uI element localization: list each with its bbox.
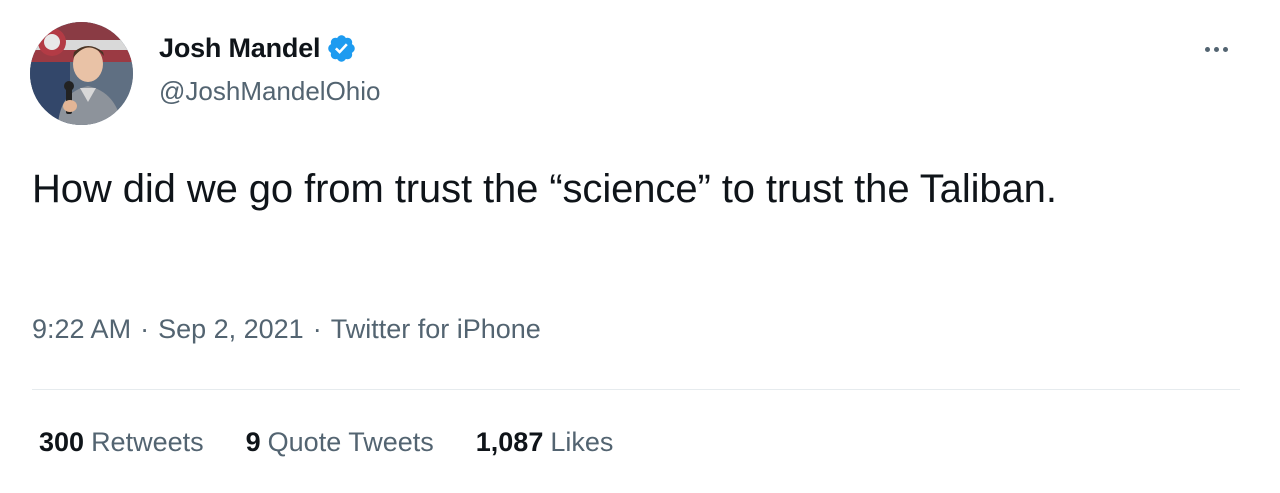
quote-tweets-count: 9 [245,427,261,457]
retweets-stat[interactable]: 300 Retweets [39,427,204,458]
avatar[interactable] [30,22,133,125]
tweet-date[interactable]: Sep 2, 2021 [158,314,304,344]
likes-label: Likes [550,427,614,457]
retweets-count: 300 [39,427,85,457]
divider [32,389,1240,390]
author-handle[interactable]: @JoshMandelOhio [159,76,381,107]
likes-stat[interactable]: 1,087 Likes [476,427,614,458]
meta-separator: · [140,314,150,344]
retweets-label: Retweets [91,427,204,457]
meta-separator: · [312,314,322,344]
tweet-stats: 300 Retweets 9 Quote Tweets 1,087 Likes [39,427,655,458]
tweet-text: How did we go from trust the “science” t… [32,167,1057,211]
likes-count: 1,087 [475,427,544,457]
tweet-meta: 9:22 AM · Sep 2, 2021 · Twitter for iPhone [32,314,541,345]
tweet-source[interactable]: Twitter for iPhone [331,314,541,344]
author-name-row[interactable]: Josh Mandel [159,31,357,65]
display-name[interactable]: Josh Mandel [159,33,321,64]
quote-tweets-stat[interactable]: 9 Quote Tweets [246,427,434,458]
tweet-card: Josh Mandel @JoshMandelOhio How did we g… [0,0,1280,493]
more-options-icon[interactable] [1196,34,1236,64]
verified-badge-icon [326,33,357,64]
quote-tweets-label: Quote Tweets [267,427,434,457]
tweet-time[interactable]: 9:22 AM [32,314,131,344]
avatar-image [30,22,133,125]
